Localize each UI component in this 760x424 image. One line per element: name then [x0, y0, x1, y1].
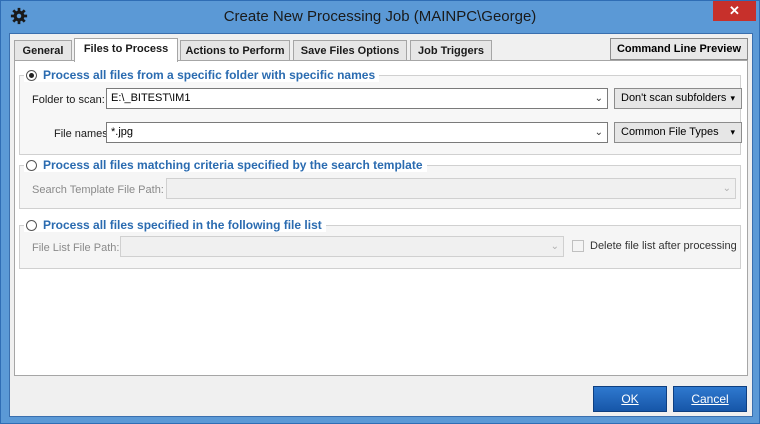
folder-to-scan-label: Folder to scan:: [32, 94, 105, 106]
ok-button[interactable]: OK: [593, 386, 667, 412]
common-file-types-button[interactable]: Common File Types ▾: [614, 122, 742, 143]
dialog-window: Create New Processing Job (MAINPC\George…: [0, 0, 760, 424]
dialog-client-area: General Files to Process Actions to Perf…: [9, 33, 753, 417]
cancel-button[interactable]: Cancel: [673, 386, 747, 412]
search-template-path-label: Search Template File Path:: [32, 184, 164, 196]
tab-general[interactable]: General: [14, 40, 72, 60]
specific-folder-radio[interactable]: [26, 69, 37, 81]
file-list-group: Process all files specified in the follo…: [19, 218, 741, 269]
scan-subfolders-value: Don't scan subfolders: [621, 92, 727, 104]
search-template-title: Process all files matching criteria spec…: [43, 158, 423, 172]
search-template-group: Process all files matching criteria spec…: [19, 158, 741, 209]
tab-files-to-process[interactable]: Files to Process: [74, 38, 178, 62]
file-list-option[interactable]: Process all files specified in the follo…: [24, 218, 326, 232]
scan-subfolders-dropdown[interactable]: Don't scan subfolders ▾: [614, 88, 742, 109]
search-template-option[interactable]: Process all files matching criteria spec…: [24, 158, 427, 172]
file-list-path-label: File List File Path:: [32, 242, 120, 254]
window-title: Create New Processing Job (MAINPC\George…: [223, 8, 537, 25]
delete-file-list-label: Delete file list after processing: [590, 240, 737, 252]
tab-job-triggers[interactable]: Job Triggers: [410, 40, 492, 60]
file-names-label: File names:: [54, 128, 111, 140]
command-line-preview-button[interactable]: Command Line Preview: [610, 38, 748, 60]
dropdown-arrow-icon: ▾: [730, 127, 735, 137]
folder-to-scan-input[interactable]: E:\_BITEST\IM1 ⌄: [106, 88, 608, 109]
title-bar[interactable]: Create New Processing Job (MAINPC\George…: [1, 1, 759, 33]
specific-folder-title: Process all files from a specific folder…: [43, 68, 376, 82]
dropdown-arrow-icon: ▾: [730, 93, 735, 103]
file-list-radio[interactable]: [26, 219, 37, 231]
file-list-title: Process all files specified in the follo…: [43, 218, 322, 232]
close-icon: ✕: [729, 3, 740, 18]
common-file-types-label: Common File Types: [621, 126, 719, 138]
chevron-down-icon[interactable]: ⌄: [595, 89, 603, 108]
close-button[interactable]: ✕: [713, 1, 756, 21]
search-template-path-input[interactable]: ⌄: [166, 178, 736, 199]
search-template-radio[interactable]: [26, 159, 37, 171]
tab-save-files-options[interactable]: Save Files Options: [293, 40, 407, 60]
chevron-down-icon[interactable]: ⌄: [551, 237, 559, 256]
specific-folder-option[interactable]: Process all files from a specific folder…: [24, 68, 380, 82]
file-list-path-input[interactable]: ⌄: [120, 236, 564, 257]
file-names-input[interactable]: *.jpg ⌄: [106, 122, 608, 143]
chevron-down-icon[interactable]: ⌄: [723, 179, 731, 198]
chevron-down-icon[interactable]: ⌄: [595, 123, 603, 142]
tab-actions-to-perform[interactable]: Actions to Perform: [180, 40, 290, 60]
delete-file-list-checkbox[interactable]: [572, 240, 584, 252]
folder-to-scan-value: E:\_BITEST\IM1: [111, 92, 191, 104]
files-to-process-panel: Process all files from a specific folder…: [14, 60, 748, 376]
specific-folder-group: Process all files from a specific folder…: [19, 68, 742, 155]
file-names-value: *.jpg: [111, 126, 134, 138]
